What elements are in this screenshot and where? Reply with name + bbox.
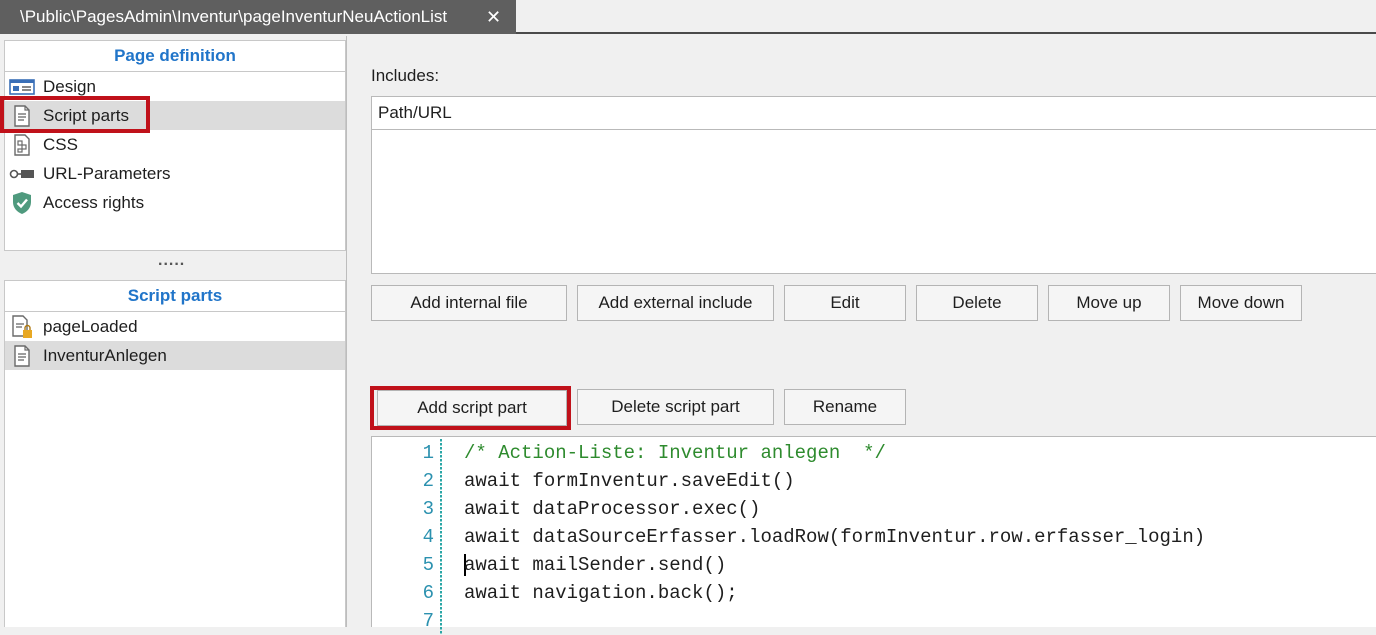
document-tab-title: \Public\PagesAdmin\Inventur\pageInventur…: [20, 7, 448, 26]
gutter-marker: [440, 607, 442, 635]
design-icon: [9, 76, 35, 98]
script-code-editor[interactable]: 1 /* Action-Liste: Inventur anlegen */ 2…: [371, 436, 1376, 635]
code-text: await mailSender.send(): [464, 554, 727, 576]
script-part-label: pageLoaded: [43, 316, 138, 336]
css-icon: [9, 133, 35, 156]
gutter-marker: [440, 551, 442, 579]
gutter-marker: [440, 467, 442, 495]
gutter-marker: [440, 439, 442, 467]
nav-item-script-parts[interactable]: Script parts: [5, 101, 345, 130]
edit-button[interactable]: Edit: [784, 285, 906, 321]
document-tab[interactable]: \Public\PagesAdmin\Inventur\pageInventur…: [0, 0, 516, 34]
code-text: await dataProcessor.exec(): [464, 498, 761, 520]
code-line: 4 await dataSourceErfasser.loadRow(formI…: [372, 523, 1376, 551]
script-part-item-inventuranlegen[interactable]: InventurAnlegen: [5, 341, 345, 370]
line-number: 3: [422, 498, 434, 520]
nav-item-css[interactable]: CSS: [5, 130, 345, 159]
line-number: 5: [422, 554, 434, 576]
code-line: 3 await dataProcessor.exec(): [372, 495, 1376, 523]
rename-button[interactable]: Rename: [784, 389, 906, 425]
nav-item-label: Design: [43, 76, 96, 96]
close-icon[interactable]: ✕: [486, 7, 501, 28]
script-part-label: InventurAnlegen: [43, 345, 167, 365]
shield-check-icon: [9, 191, 35, 214]
move-down-button[interactable]: Move down: [1180, 285, 1302, 321]
document-tab-bar: \Public\PagesAdmin\Inventur\pageInventur…: [0, 0, 1376, 34]
nav-item-access-rights[interactable]: Access rights: [5, 188, 345, 217]
script-parts-panel: Script parts pageLoaded InventurAnlegen: [4, 280, 346, 627]
code-line: 6 await navigation.back();: [372, 579, 1376, 607]
line-number: 1: [422, 442, 434, 464]
code-line: 1 /* Action-Liste: Inventur anlegen */: [372, 439, 1376, 467]
right-panel: Includes: Path/URL Add internal file Add…: [346, 36, 1376, 635]
line-number: 4: [422, 526, 434, 548]
page-definition-header: Page definition: [5, 41, 345, 72]
code-text: await formInventur.saveEdit(): [464, 470, 795, 492]
panel-splitter[interactable]: .....: [158, 252, 185, 270]
left-panel: Page definition Design Script parts CSS …: [0, 36, 346, 627]
add-internal-file-button[interactable]: Add internal file: [371, 285, 567, 321]
column-header-path-url[interactable]: Path/URL: [372, 97, 1376, 130]
includes-label: Includes:: [371, 66, 440, 85]
includes-table[interactable]: Path/URL: [371, 96, 1376, 274]
script-part-item-pageloaded[interactable]: pageLoaded: [5, 312, 345, 341]
gutter-marker: [440, 579, 442, 607]
code-text: await navigation.back();: [464, 582, 738, 604]
code-line: 2 await formInventur.saveEdit(): [372, 467, 1376, 495]
page-definition-panel: Page definition Design Script parts CSS …: [4, 40, 346, 251]
script-parts-header: Script parts: [5, 281, 345, 312]
script-lock-icon: [9, 314, 35, 338]
script-icon: [9, 344, 35, 367]
parameter-icon: [9, 163, 35, 185]
gutter-marker: [440, 523, 442, 551]
code-text: await dataSourceErfasser.loadRow(formInv…: [464, 526, 1206, 548]
nav-item-label: Script parts: [43, 105, 129, 125]
nav-item-design[interactable]: Design: [5, 72, 345, 101]
line-number: 2: [422, 470, 434, 492]
delete-button[interactable]: Delete: [916, 285, 1038, 321]
script-icon: [9, 104, 35, 127]
line-number: 6: [422, 582, 434, 604]
line-number: 7: [422, 610, 434, 632]
code-line: 7: [372, 607, 1376, 635]
gutter-marker: [440, 495, 442, 523]
code-line: 5 await mailSender.send(): [372, 551, 1376, 579]
add-external-include-button[interactable]: Add external include: [577, 285, 774, 321]
nav-item-label: CSS: [43, 134, 78, 154]
delete-script-part-button[interactable]: Delete script part: [577, 389, 774, 425]
nav-item-url-parameters[interactable]: URL-Parameters: [5, 159, 345, 188]
add-script-part-button[interactable]: Add script part: [377, 390, 567, 426]
nav-item-label: URL-Parameters: [43, 163, 171, 183]
move-up-button[interactable]: Move up: [1048, 285, 1170, 321]
code-text: /* Action-Liste: Inventur anlegen */: [464, 442, 886, 464]
nav-item-label: Access rights: [43, 192, 145, 212]
